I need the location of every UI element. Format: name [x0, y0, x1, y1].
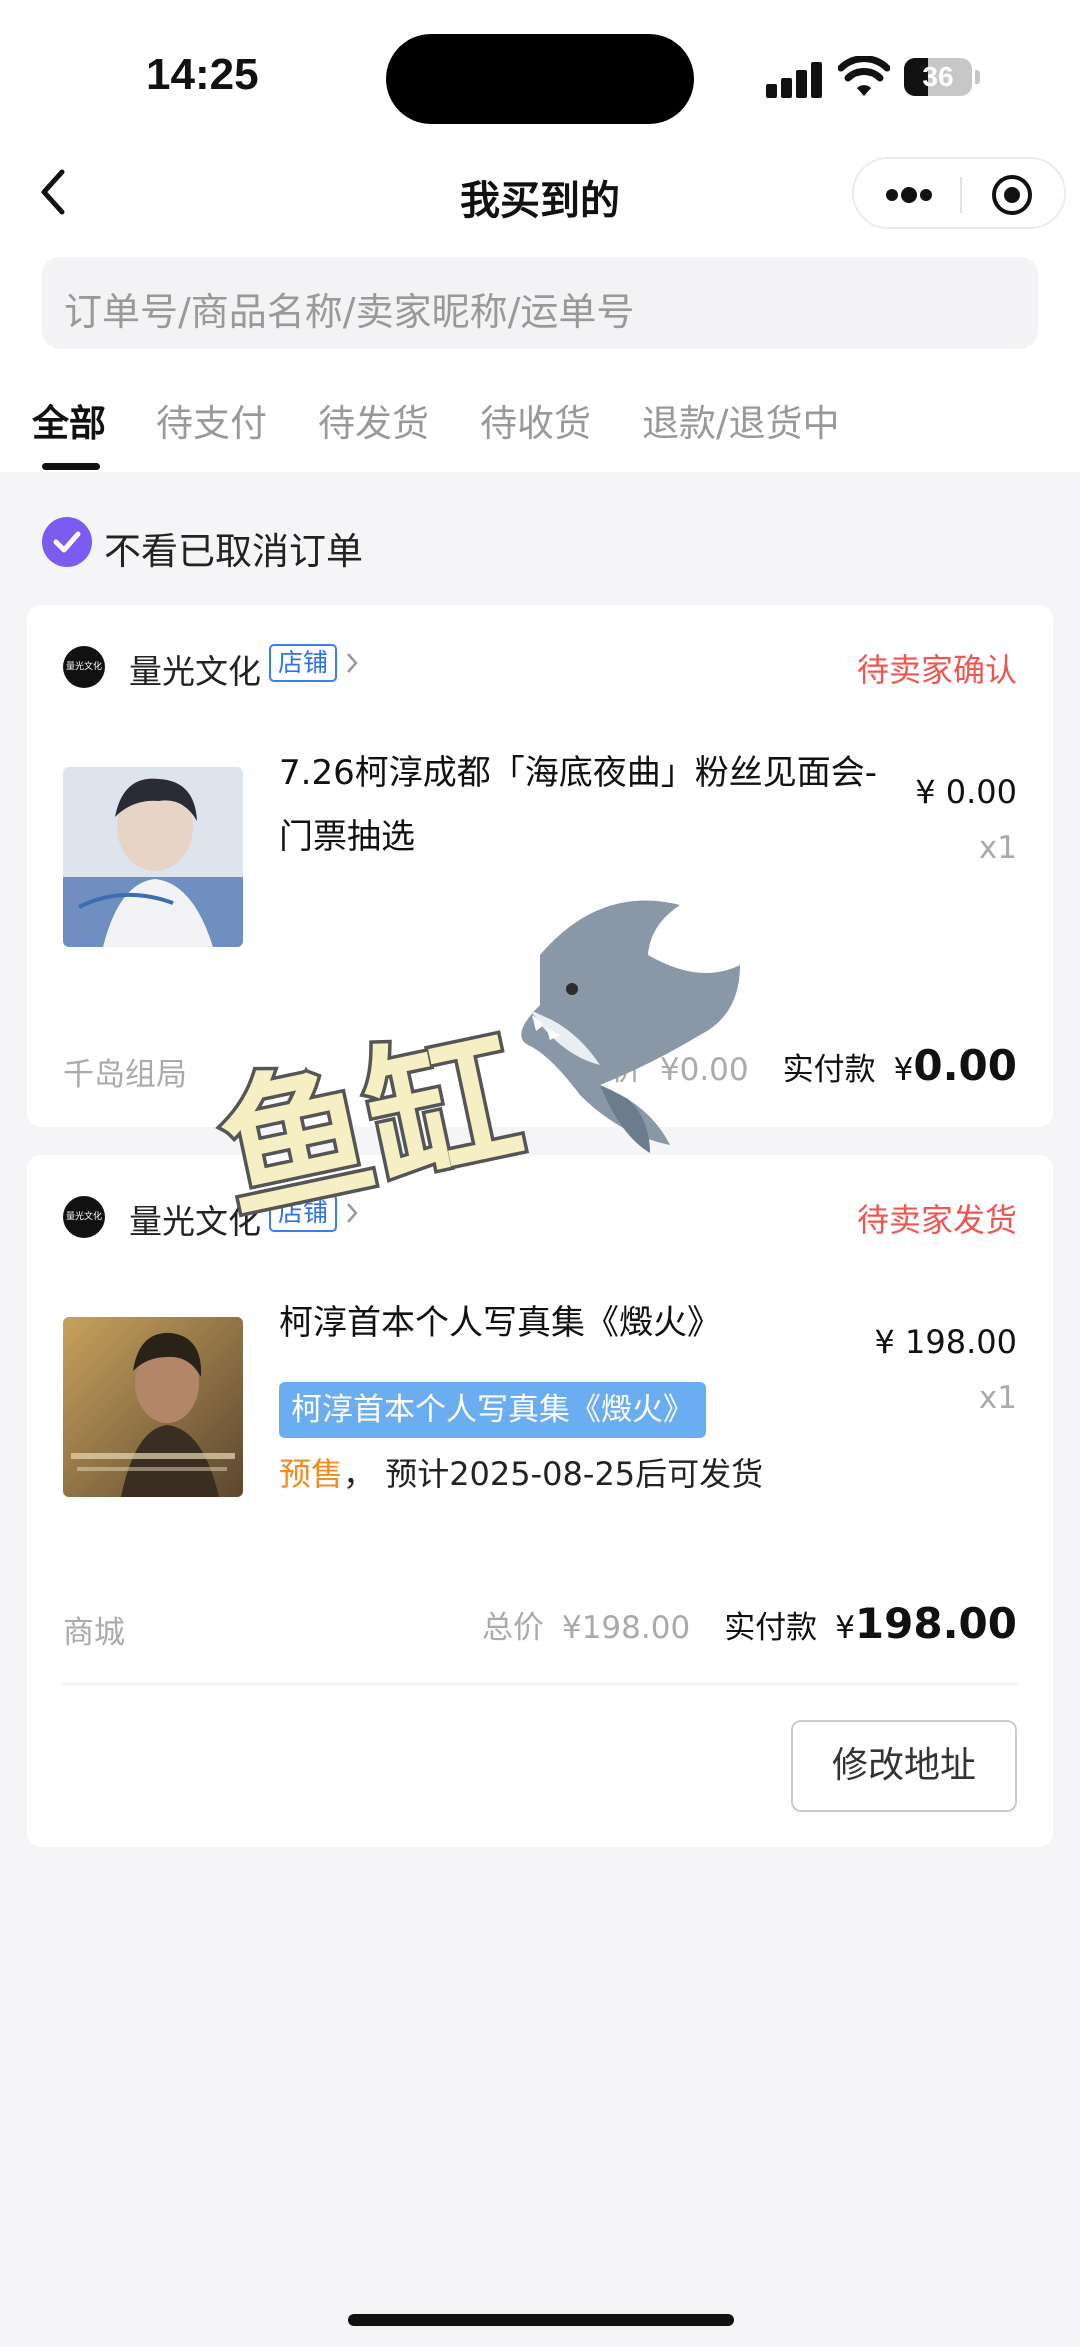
order-status: 待卖家确认	[856, 651, 1017, 689]
product-price: ¥ 0.00	[915, 773, 1017, 811]
search-input[interactable]: 订单号/商品名称/卖家昵称/运单号	[42, 257, 1038, 349]
battery-level: 36	[922, 61, 954, 92]
product-quantity: x1	[978, 830, 1017, 866]
shop-name[interactable]: 量光文化	[129, 1195, 261, 1243]
tab-indicator	[42, 463, 100, 470]
battery-icon: 36	[904, 58, 972, 96]
product-variant: 柯淳首本个人写真集《燬火》	[279, 1382, 706, 1438]
paid-currency: ¥	[893, 1052, 914, 1088]
capsule-divider	[960, 177, 962, 213]
card-divider	[63, 1683, 1017, 1685]
tab-pending-receipt[interactable]: 待收货	[480, 393, 591, 447]
tab-all[interactable]: 全部	[32, 393, 106, 447]
tab-refund[interactable]: 退款/退货中	[642, 393, 839, 447]
order-source: 千岛组局	[63, 1057, 187, 1093]
tab-pending-payment[interactable]: 待支付	[156, 393, 267, 447]
paid-amount: 198.00	[854, 1599, 1017, 1648]
home-indicator	[348, 2314, 734, 2326]
modify-address-button[interactable]: 修改地址	[791, 1720, 1017, 1812]
total-value: ¥0.00	[659, 1052, 749, 1088]
presale-date: ， 预计2025-08-25后可发货	[343, 1455, 764, 1493]
battery-tip	[975, 70, 980, 84]
check-icon	[53, 531, 81, 553]
product-price: ¥ 198.00	[874, 1323, 1018, 1361]
total-label: 总价	[481, 1610, 544, 1646]
product-image[interactable]	[63, 767, 243, 947]
more-icon[interactable]	[884, 185, 934, 205]
wifi-icon	[838, 56, 890, 96]
chevron-right-icon[interactable]	[345, 651, 359, 675]
search-placeholder: 订单号/商品名称/卖家昵称/运单号	[64, 290, 635, 334]
shop-tag: 店铺	[269, 1194, 337, 1232]
total-value: ¥198.00	[561, 1610, 691, 1646]
order-card[interactable]: 量光文化 量光文化 店铺 待卖家确认 7.26柯淳成都「海底夜曲」粉丝见面会-门…	[27, 605, 1053, 1127]
order-total-row: 总价 ¥198.00 实付款 ¥198.00	[482, 1599, 1017, 1648]
total-label: 总价	[579, 1052, 642, 1088]
signal-icon	[766, 60, 824, 98]
shop-logo: 量光文化	[63, 1196, 105, 1238]
mini-program-capsule	[852, 157, 1066, 229]
shop-logo: 量光文化	[63, 646, 105, 688]
product-image[interactable]	[63, 1317, 243, 1497]
order-status: 待卖家发货	[856, 1201, 1017, 1239]
product-title[interactable]: 柯淳首本个人写真集《燬火》	[279, 1291, 879, 1355]
order-total-row: 总价 ¥0.00 实付款 ¥0.00	[580, 1041, 1017, 1090]
shop-tag: 店铺	[269, 644, 337, 682]
dynamic-island	[386, 34, 694, 124]
order-card[interactable]: 量光文化 量光文化 店铺 待卖家发货 柯淳首本个人写真集《燬火》 柯淳首本个人写…	[27, 1155, 1053, 1847]
paid-currency: ¥	[835, 1610, 855, 1646]
product-quantity: x1	[978, 1380, 1017, 1416]
shop-name[interactable]: 量光文化	[129, 645, 261, 693]
paid-amount: 0.00	[913, 1041, 1017, 1090]
product-title[interactable]: 7.26柯淳成都「海底夜曲」粉丝见面会-门票抽选	[279, 741, 879, 869]
paid-label: 实付款	[782, 1052, 876, 1088]
tab-pending-shipment[interactable]: 待发货	[318, 393, 429, 447]
presale-info: 预售， 预计2025-08-25后可发货	[279, 1449, 763, 1495]
paid-label: 实付款	[724, 1610, 818, 1646]
status-time: 14:25	[146, 50, 259, 99]
hide-cancelled-label[interactable]: 不看已取消订单	[104, 521, 363, 575]
close-target-icon[interactable]	[990, 173, 1034, 217]
order-source: 商城	[63, 1615, 125, 1651]
chevron-right-icon[interactable]	[345, 1201, 359, 1225]
hide-cancelled-checkbox[interactable]	[42, 517, 92, 567]
presale-tag: 预售	[279, 1455, 344, 1493]
